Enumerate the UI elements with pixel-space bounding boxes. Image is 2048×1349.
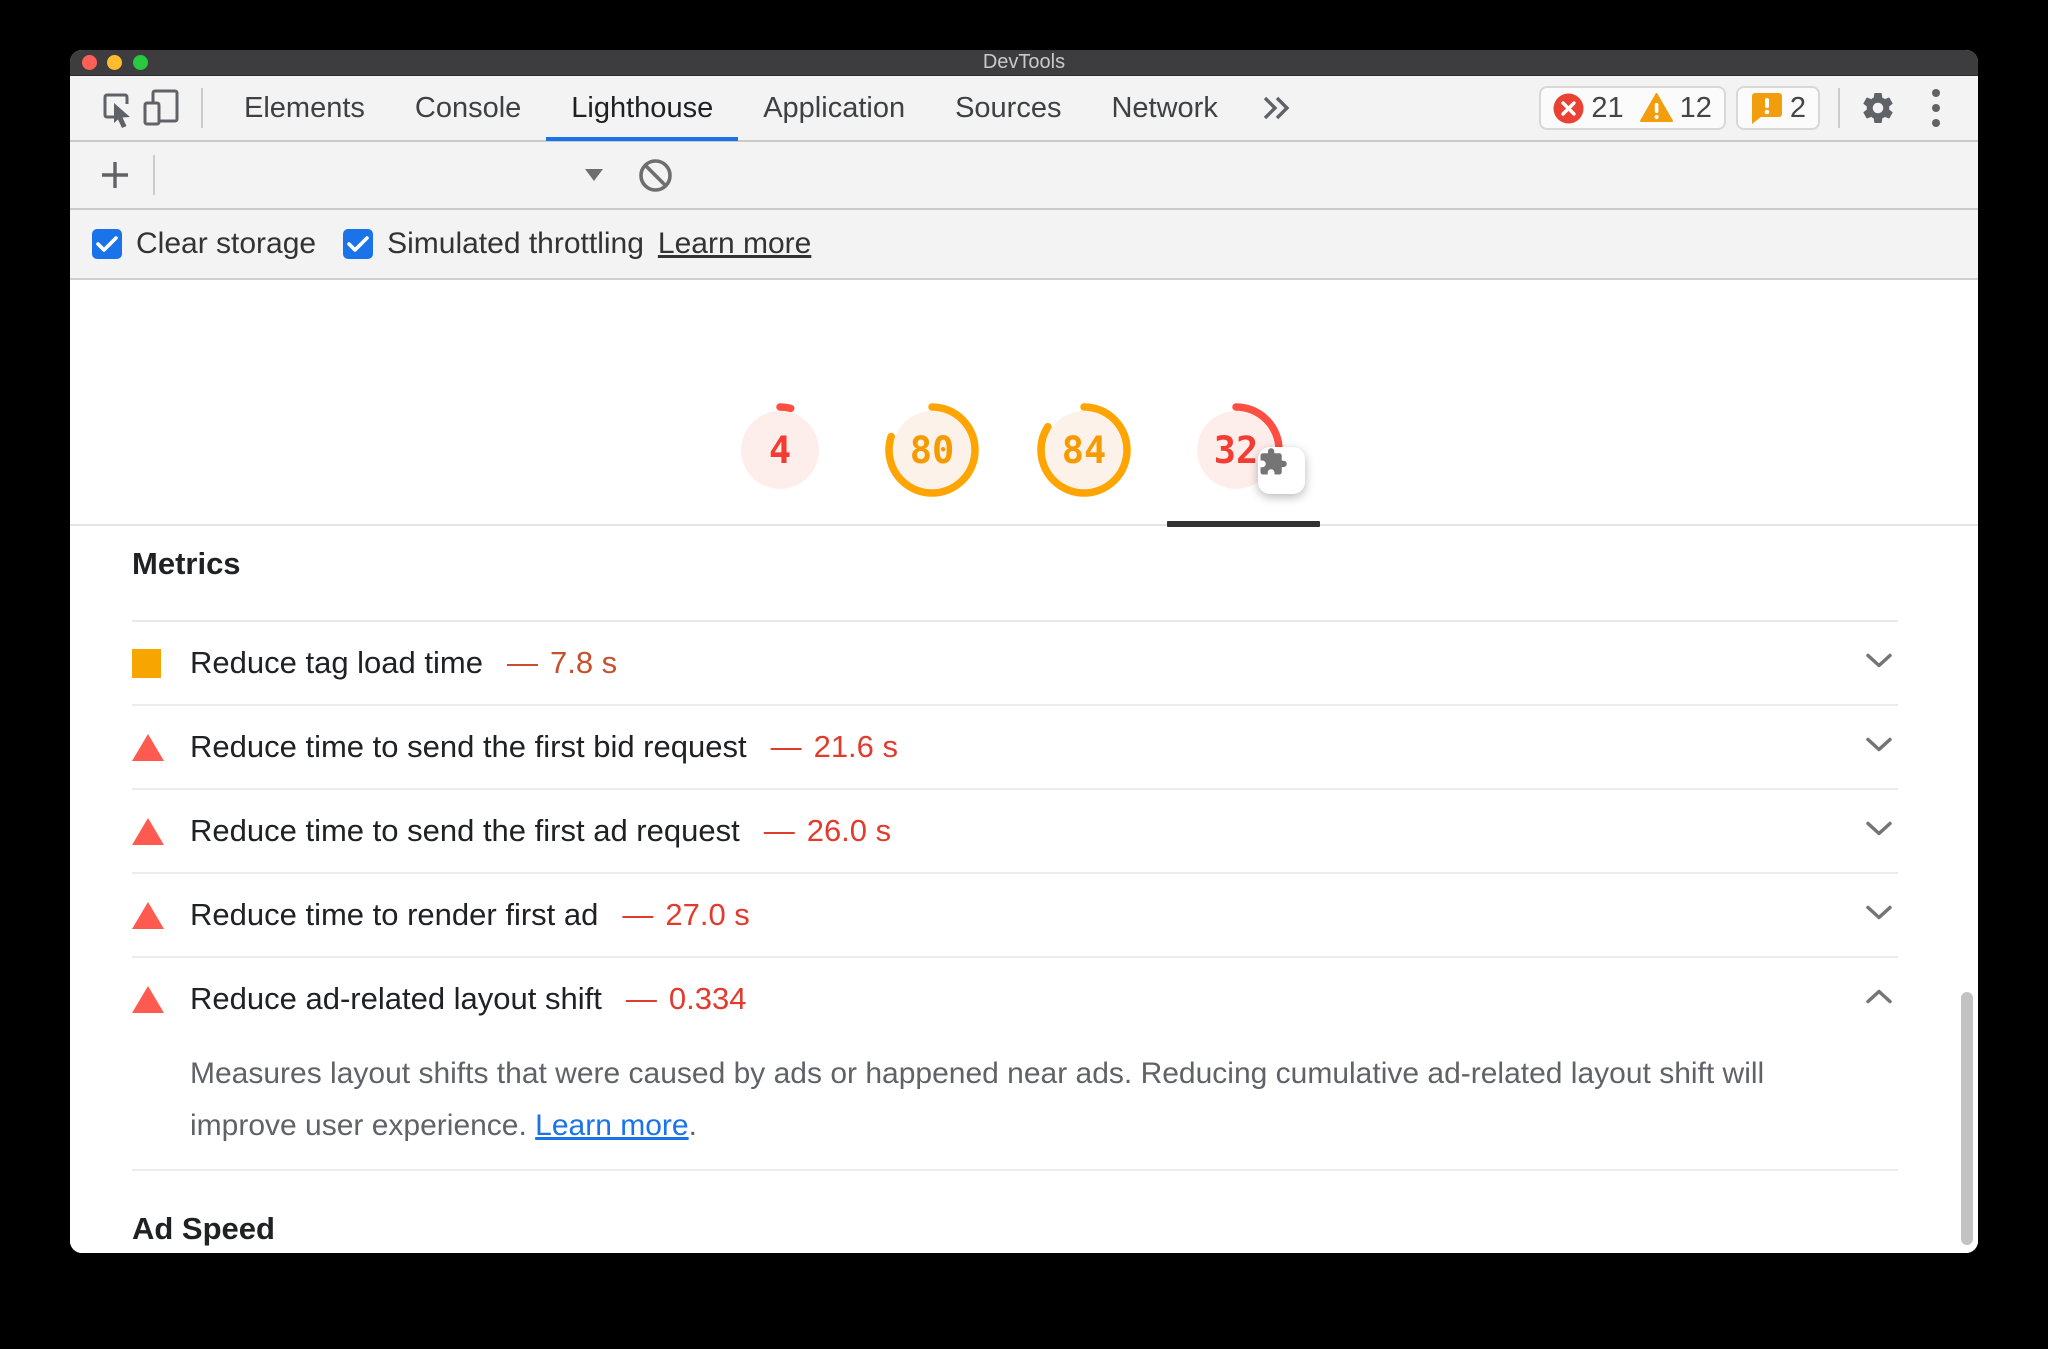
minimize-window-button[interactable] [107,55,122,70]
new-audit-button[interactable] [93,153,137,197]
active-category-indicator [1167,521,1320,527]
plugin-puzzle-badge [1258,447,1305,494]
inspect-element-button[interactable] [95,86,139,130]
tab-console[interactable]: Console [390,75,546,141]
double-chevron-icon [1263,96,1290,120]
titlebar: DevTools [70,50,1978,76]
window-title: DevTools [982,51,1066,73]
clear-storage-checkbox[interactable] [92,229,122,259]
tab-network[interactable]: Network [1086,75,1242,141]
score-value: 84 [1061,428,1107,472]
warning-icon [1639,93,1673,122]
block-icon [638,158,672,192]
error-icon [1553,93,1584,123]
fail-triangle-icon [132,985,164,1013]
toolbar-divider [201,88,203,128]
fail-triangle-icon [132,817,164,845]
devtools-window: DevTools Elements Console Lighthouse App… [70,50,1978,1253]
chevron-up-icon[interactable] [1864,988,1894,1011]
metric-value: 26.0 s [806,813,892,848]
throttling-learn-more-link[interactable]: Learn more [658,227,811,261]
tab-application[interactable]: Application [738,75,930,141]
device-toolbar-icon [143,89,179,126]
settings-button[interactable] [1856,86,1900,130]
ad-speed-heading: Ad Speed [132,1211,275,1246]
clear-storage-label: Clear storage [136,227,317,260]
more-options-button[interactable] [1926,83,1946,133]
description-learn-more-link[interactable]: Learn more [535,1109,688,1142]
metric-row-render-first-ad[interactable]: Reduce time to render first ad — 27.0 s [132,874,1898,958]
chevron-down-icon[interactable] [1864,652,1894,675]
issues-badge[interactable]: 2 [1735,86,1820,130]
gear-icon [1863,93,1893,123]
issues-bubble-icon [1751,93,1782,124]
score-value: 80 [909,428,955,472]
metrics-heading: Metrics [132,546,241,581]
metric-row-layout-shift[interactable]: Reduce ad-related layout shift — 0.334 M… [132,958,1898,1171]
category-tabs-divider [70,524,1978,526]
audit-options-row: Clear storage Simulated throttling Learn… [70,210,1978,280]
chevron-down-icon[interactable] [1864,904,1894,927]
console-status-badge[interactable]: 21 12 [1539,86,1726,130]
checkmark-icon [347,236,369,252]
simulated-throttling-label: Simulated throttling [387,227,644,260]
lighthouse-toolbar [70,142,1978,210]
tab-elements[interactable]: Elements [219,75,390,141]
plus-icon [102,162,128,188]
main-toolbar: Elements Console Lighthouse Application … [70,76,1978,142]
metrics-list: Reduce tag load time — 7.8 s Reduce time… [132,620,1898,1171]
metric-value: 21.6 s [813,729,899,764]
report-select-dropdown[interactable] [155,151,607,199]
close-window-button[interactable] [82,55,97,70]
clear-reports-button[interactable] [633,153,677,197]
more-tabs-button[interactable] [1243,75,1311,141]
metric-value: 27.0 s [665,897,750,932]
chevron-down-icon[interactable] [1864,820,1894,843]
inspect-cursor-icon [103,93,130,128]
dropdown-caret-icon [585,169,603,181]
score-gauges: 4 80 84 32 [732,402,1305,498]
score-value: 4 [768,428,792,472]
average-square-icon [132,648,161,678]
chevron-down-icon[interactable] [1864,736,1894,759]
score-gauge-best-practices[interactable]: 84 [1036,402,1132,498]
lighthouse-report: 4 80 84 32 Metrics Reduce tag load time … [70,280,1978,1253]
metric-row-tag-load-time[interactable]: Reduce tag load time — 7.8 s [132,622,1898,706]
simulated-throttling-checkbox[interactable] [343,229,374,259]
tab-lighthouse[interactable]: Lighthouse [546,75,739,141]
warning-count: 12 [1679,91,1712,124]
toggle-device-toolbar-button[interactable] [139,86,183,130]
metric-row-first-ad-request[interactable]: Reduce time to send the first ad request… [132,790,1898,874]
toolbar-right-cluster: 21 12 2 [1539,83,1946,133]
score-gauge-performance[interactable]: 4 [732,402,828,498]
checkmark-icon [96,236,118,252]
toolbar-divider [1838,88,1840,128]
fail-triangle-icon [132,901,164,929]
score-gauge-plugin[interactable]: 32 [1188,402,1305,498]
metric-row-first-bid-request[interactable]: Reduce time to send the first bid reques… [132,706,1898,790]
vertical-scrollbar[interactable] [1961,992,1973,1245]
puzzle-piece-icon [1260,448,1287,475]
zoom-window-button[interactable] [133,55,148,70]
error-count: 21 [1591,91,1624,124]
issues-count: 2 [1789,91,1806,124]
score-gauge-accessibility[interactable]: 80 [884,402,980,498]
metric-description: Measures layout shifts that were caused … [190,1057,1765,1142]
metric-value: 0.334 [668,981,747,1016]
fail-triangle-icon [132,733,164,761]
metric-value: 7.8 s [549,645,618,680]
tab-sources[interactable]: Sources [930,75,1086,141]
